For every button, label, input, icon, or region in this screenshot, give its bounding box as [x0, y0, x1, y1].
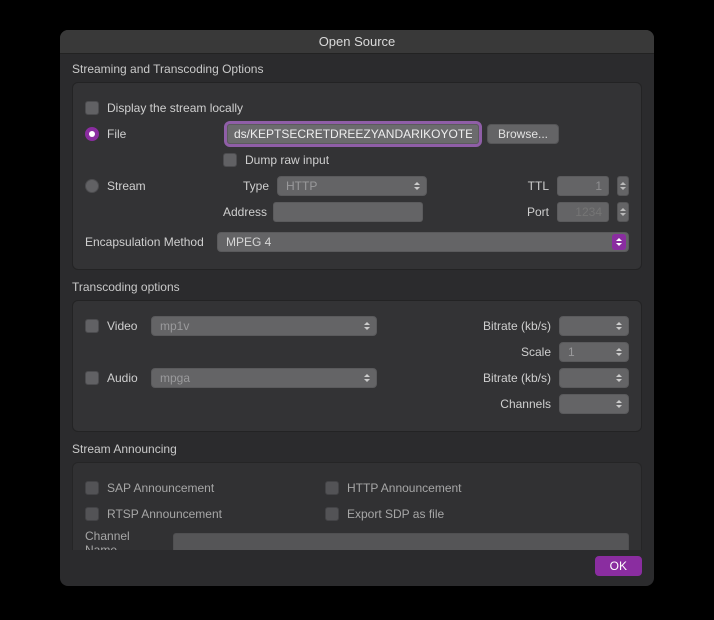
- section-legend: Stream Announcing: [72, 442, 642, 462]
- scale-label: Scale: [471, 345, 551, 359]
- dialog-window: Open Source Streaming and Transcoding Op…: [60, 30, 654, 586]
- chevron-updown-icon: [410, 178, 424, 194]
- dump-raw-checkbox[interactable]: [223, 153, 237, 167]
- chevron-updown-icon: [612, 396, 626, 412]
- section-panel: Display the stream locally File Browse..…: [72, 82, 642, 270]
- chevron-updown-icon: [612, 344, 626, 360]
- dump-raw-label: Dump raw input: [245, 153, 329, 167]
- port-stepper[interactable]: [617, 202, 629, 222]
- browse-button[interactable]: Browse...: [487, 124, 559, 144]
- section-legend: Streaming and Transcoding Options: [72, 62, 642, 82]
- video-bitrate-select[interactable]: [559, 316, 629, 336]
- chevron-updown-icon: [612, 318, 626, 334]
- chevron-updown-icon: [612, 370, 626, 386]
- video-bitrate-label: Bitrate (kb/s): [471, 319, 551, 333]
- type-label: Type: [227, 179, 269, 193]
- ttl-label: TTL: [519, 179, 549, 193]
- stream-label: Stream: [107, 179, 219, 193]
- channel-name-label: Channel Name: [85, 529, 165, 550]
- scale-value: 1: [568, 345, 575, 359]
- address-label: Address: [223, 205, 265, 219]
- file-path-input[interactable]: [227, 124, 479, 144]
- ttl-input[interactable]: [557, 176, 609, 196]
- port-label: Port: [519, 205, 549, 219]
- chevron-updown-icon: [360, 370, 374, 386]
- video-codec-select[interactable]: mp1v: [151, 316, 377, 336]
- chevron-updown-icon: [612, 234, 626, 250]
- scale-select[interactable]: 1: [559, 342, 629, 362]
- address-input[interactable]: [273, 202, 423, 222]
- sap-checkbox[interactable]: [85, 481, 99, 495]
- channels-select[interactable]: [559, 394, 629, 414]
- stream-radio[interactable]: [85, 179, 99, 193]
- channel-name-input[interactable]: [173, 533, 629, 550]
- dialog-content: Streaming and Transcoding Options Displa…: [60, 54, 654, 550]
- export-sdp-label: Export SDP as file: [347, 507, 444, 521]
- stream-announcing-section: Stream Announcing SAP Announcement HTTP …: [72, 442, 642, 550]
- audio-checkbox[interactable]: [85, 371, 99, 385]
- ok-button[interactable]: OK: [595, 556, 642, 576]
- http-ann-checkbox[interactable]: [325, 481, 339, 495]
- display-locally-checkbox[interactable]: [85, 101, 99, 115]
- audio-label: Audio: [107, 371, 143, 385]
- audio-bitrate-label: Bitrate (kb/s): [471, 371, 551, 385]
- channels-label: Channels: [471, 397, 551, 411]
- titlebar[interactable]: Open Source: [60, 30, 654, 54]
- ttl-stepper[interactable]: [617, 176, 629, 196]
- port-input[interactable]: [557, 202, 609, 222]
- video-label: Video: [107, 319, 143, 333]
- audio-bitrate-select[interactable]: [559, 368, 629, 388]
- audio-codec-select[interactable]: mpga: [151, 368, 377, 388]
- export-sdp-checkbox[interactable]: [325, 507, 339, 521]
- display-locally-label: Display the stream locally: [107, 101, 243, 115]
- encapsulation-value: MPEG 4: [226, 235, 271, 249]
- audio-codec-value: mpga: [160, 371, 190, 385]
- streaming-transcoding-section: Streaming and Transcoding Options Displa…: [72, 62, 642, 270]
- section-legend: Transcoding options: [72, 280, 642, 300]
- dialog-footer: OK: [60, 550, 654, 586]
- file-label: File: [107, 127, 219, 141]
- encapsulation-label: Encapsulation Method: [85, 235, 209, 249]
- rtsp-checkbox[interactable]: [85, 507, 99, 521]
- sap-label: SAP Announcement: [107, 481, 317, 495]
- rtsp-label: RTSP Announcement: [107, 507, 317, 521]
- transcoding-options-section: Transcoding options Video mp1v Bitrate (…: [72, 280, 642, 432]
- window-title: Open Source: [319, 34, 396, 49]
- section-panel: SAP Announcement HTTP Announcement RTSP …: [72, 462, 642, 550]
- http-ann-label: HTTP Announcement: [347, 481, 462, 495]
- section-panel: Video mp1v Bitrate (kb/s) Scale: [72, 300, 642, 432]
- file-radio[interactable]: [85, 127, 99, 141]
- video-checkbox[interactable]: [85, 319, 99, 333]
- type-value: HTTP: [286, 179, 317, 193]
- type-select[interactable]: HTTP: [277, 176, 427, 196]
- encapsulation-select[interactable]: MPEG 4: [217, 232, 629, 252]
- chevron-updown-icon: [360, 318, 374, 334]
- video-codec-value: mp1v: [160, 319, 189, 333]
